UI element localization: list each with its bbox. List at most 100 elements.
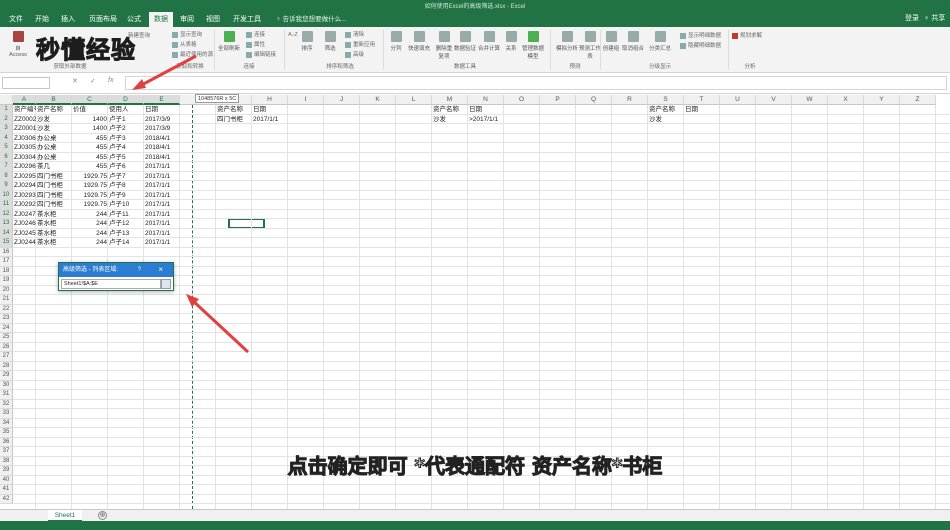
row-header-3[interactable]: 3 <box>0 124 13 134</box>
row-header-10[interactable]: 10 <box>0 190 13 200</box>
column-header-p[interactable]: P <box>540 95 576 105</box>
table-cell[interactable]: ZJ0293 <box>13 191 36 201</box>
sort-az-button[interactable]: A↓Z <box>288 32 298 38</box>
subtotal-button[interactable]: 分类汇总 <box>646 31 674 52</box>
group-button[interactable]: 创建组 <box>600 31 622 52</box>
table-cell[interactable]: 455 <box>72 162 108 172</box>
row-header-35[interactable]: 35 <box>0 428 13 438</box>
column-header-x[interactable]: X <box>828 95 864 105</box>
table-cell[interactable]: 茶水柜 <box>36 219 72 229</box>
criteria-header-cell[interactable]: 资产名称 <box>432 105 468 115</box>
table-cell[interactable]: 四门书柜 <box>36 200 72 210</box>
help-button[interactable]: ? <box>138 263 141 277</box>
row-header-11[interactable]: 11 <box>0 200 13 210</box>
column-header-i[interactable]: I <box>288 95 324 105</box>
row-header-31[interactable]: 31 <box>0 390 13 400</box>
row-header-17[interactable]: 17 <box>0 257 13 267</box>
criteria-header-cell[interactable]: 日期 <box>684 105 720 115</box>
fx-icon[interactable]: fx <box>108 77 113 84</box>
table-cell[interactable]: 卢子8 <box>108 181 144 191</box>
table-cell[interactable]: ZJ0305 <box>13 143 36 153</box>
column-header-c[interactable]: C <box>72 95 108 105</box>
criteria-value-cell[interactable]: >2017/1/1 <box>468 115 504 125</box>
column-header-n[interactable]: N <box>468 95 504 105</box>
table-cell[interactable]: 卢子14 <box>108 238 144 248</box>
criteria-header-cell[interactable]: 日期 <box>252 105 288 115</box>
row-header-32[interactable]: 32 <box>0 399 13 409</box>
row-header-36[interactable]: 36 <box>0 437 13 447</box>
table-cell[interactable]: ZJ0245 <box>13 229 36 239</box>
tell-me-search[interactable]: ♀ 告诉我您想要做什么... <box>276 13 347 23</box>
table-cell[interactable]: 2017/1/1 <box>144 200 180 210</box>
row-header-26[interactable]: 26 <box>0 342 13 352</box>
row-header-28[interactable]: 28 <box>0 361 13 371</box>
table-cell[interactable]: 2018/4/1 <box>144 153 180 163</box>
share-button[interactable]: ♀ 共享 <box>924 13 945 23</box>
row-header-9[interactable]: 9 <box>0 181 13 191</box>
table-cell[interactable]: ZJ0296 <box>13 162 36 172</box>
table-cell[interactable]: 2017/1/1 <box>144 181 180 191</box>
table-cell[interactable]: 1400 <box>72 115 108 125</box>
table-cell[interactable]: 四门书柜 <box>36 191 72 201</box>
table-cell[interactable]: 卢子4 <box>108 143 144 153</box>
column-header-h[interactable]: H <box>252 95 288 105</box>
table-cell[interactable]: 2017/1/1 <box>144 210 180 220</box>
table-cell[interactable]: 1929.75 <box>72 181 108 191</box>
row-header-24[interactable]: 24 <box>0 323 13 333</box>
criteria-header-cell[interactable]: 资产名称 <box>216 105 252 115</box>
tab-developer[interactable]: 开发工具 <box>228 12 266 27</box>
name-box[interactable] <box>2 77 50 89</box>
row-header-13[interactable]: 13 <box>0 219 13 229</box>
table-cell[interactable]: ZJ0294 <box>13 181 36 191</box>
solver-button[interactable]: 规划求解 <box>732 31 762 39</box>
table-header-cell[interactable]: 资产编号 <box>13 105 36 115</box>
expand-dialog-icon[interactable] <box>161 279 171 289</box>
row-header-22[interactable]: 22 <box>0 304 13 314</box>
column-header-k[interactable]: K <box>360 95 396 105</box>
column-header-z[interactable]: Z <box>900 95 936 105</box>
table-header-cell[interactable]: 使用人 <box>108 105 144 115</box>
tab-file[interactable]: 文件 <box>4 12 28 27</box>
table-cell[interactable]: 244 <box>72 219 108 229</box>
worksheet-grid[interactable]: ABCDEFGHIJKLMNOPQRSTUVWXYZ12345678910111… <box>0 95 950 509</box>
table-cell[interactable]: 2017/1/1 <box>144 191 180 201</box>
table-cell[interactable]: 1400 <box>72 124 108 134</box>
flash-fill-button[interactable]: 快速填充 <box>406 31 432 52</box>
edit-links-button[interactable]: 编辑链接 <box>246 50 276 58</box>
consolidate-button[interactable]: 合并计算 <box>476 31 502 52</box>
table-cell[interactable]: ZJ0304 <box>13 153 36 163</box>
table-header-cell[interactable]: 价值 <box>72 105 108 115</box>
filter-button[interactable]: 筛选 <box>320 31 340 52</box>
row-header-20[interactable]: 20 <box>0 285 13 295</box>
table-cell[interactable]: 卢子9 <box>108 191 144 201</box>
row-header-42[interactable]: 42 <box>0 494 13 504</box>
close-button[interactable]: × <box>158 263 163 277</box>
row-header-33[interactable]: 33 <box>0 409 13 419</box>
table-cell[interactable]: 茶水柜 <box>36 229 72 239</box>
table-cell[interactable]: 244 <box>72 238 108 248</box>
table-cell[interactable]: ZJ0246 <box>13 219 36 229</box>
ungroup-button[interactable]: 取消组合 <box>620 31 646 52</box>
table-cell[interactable]: 茶水柜 <box>36 238 72 248</box>
forecast-sheet-button[interactable]: 预测工作表 <box>579 31 601 60</box>
row-header-5[interactable]: 5 <box>0 143 13 153</box>
table-cell[interactable]: ZJ0292 <box>13 200 36 210</box>
select-all-corner[interactable] <box>0 95 13 105</box>
column-header-l[interactable]: L <box>396 95 432 105</box>
table-cell[interactable]: ZJ0306 <box>13 134 36 144</box>
manage-data-model-button[interactable]: 管理数据模型 <box>520 31 546 60</box>
column-header-t[interactable]: T <box>684 95 720 105</box>
table-cell[interactable]: 卢子5 <box>108 153 144 163</box>
relationships-button[interactable]: 关系 <box>502 31 520 52</box>
table-cell[interactable]: 办公桌 <box>36 134 72 144</box>
row-header-29[interactable]: 29 <box>0 371 13 381</box>
table-cell[interactable]: 2018/4/1 <box>144 134 180 144</box>
advanced-filter-button[interactable]: 高级 <box>345 50 364 58</box>
what-if-analysis-button[interactable]: 模拟分析 <box>553 31 581 52</box>
table-cell[interactable]: 沙发 <box>36 124 72 134</box>
table-cell[interactable]: 四门书柜 <box>36 181 72 191</box>
table-cell[interactable]: 办公桌 <box>36 143 72 153</box>
row-header-8[interactable]: 8 <box>0 171 13 181</box>
table-cell[interactable]: ZJ0244 <box>13 238 36 248</box>
table-cell[interactable]: 卢子3 <box>108 134 144 144</box>
